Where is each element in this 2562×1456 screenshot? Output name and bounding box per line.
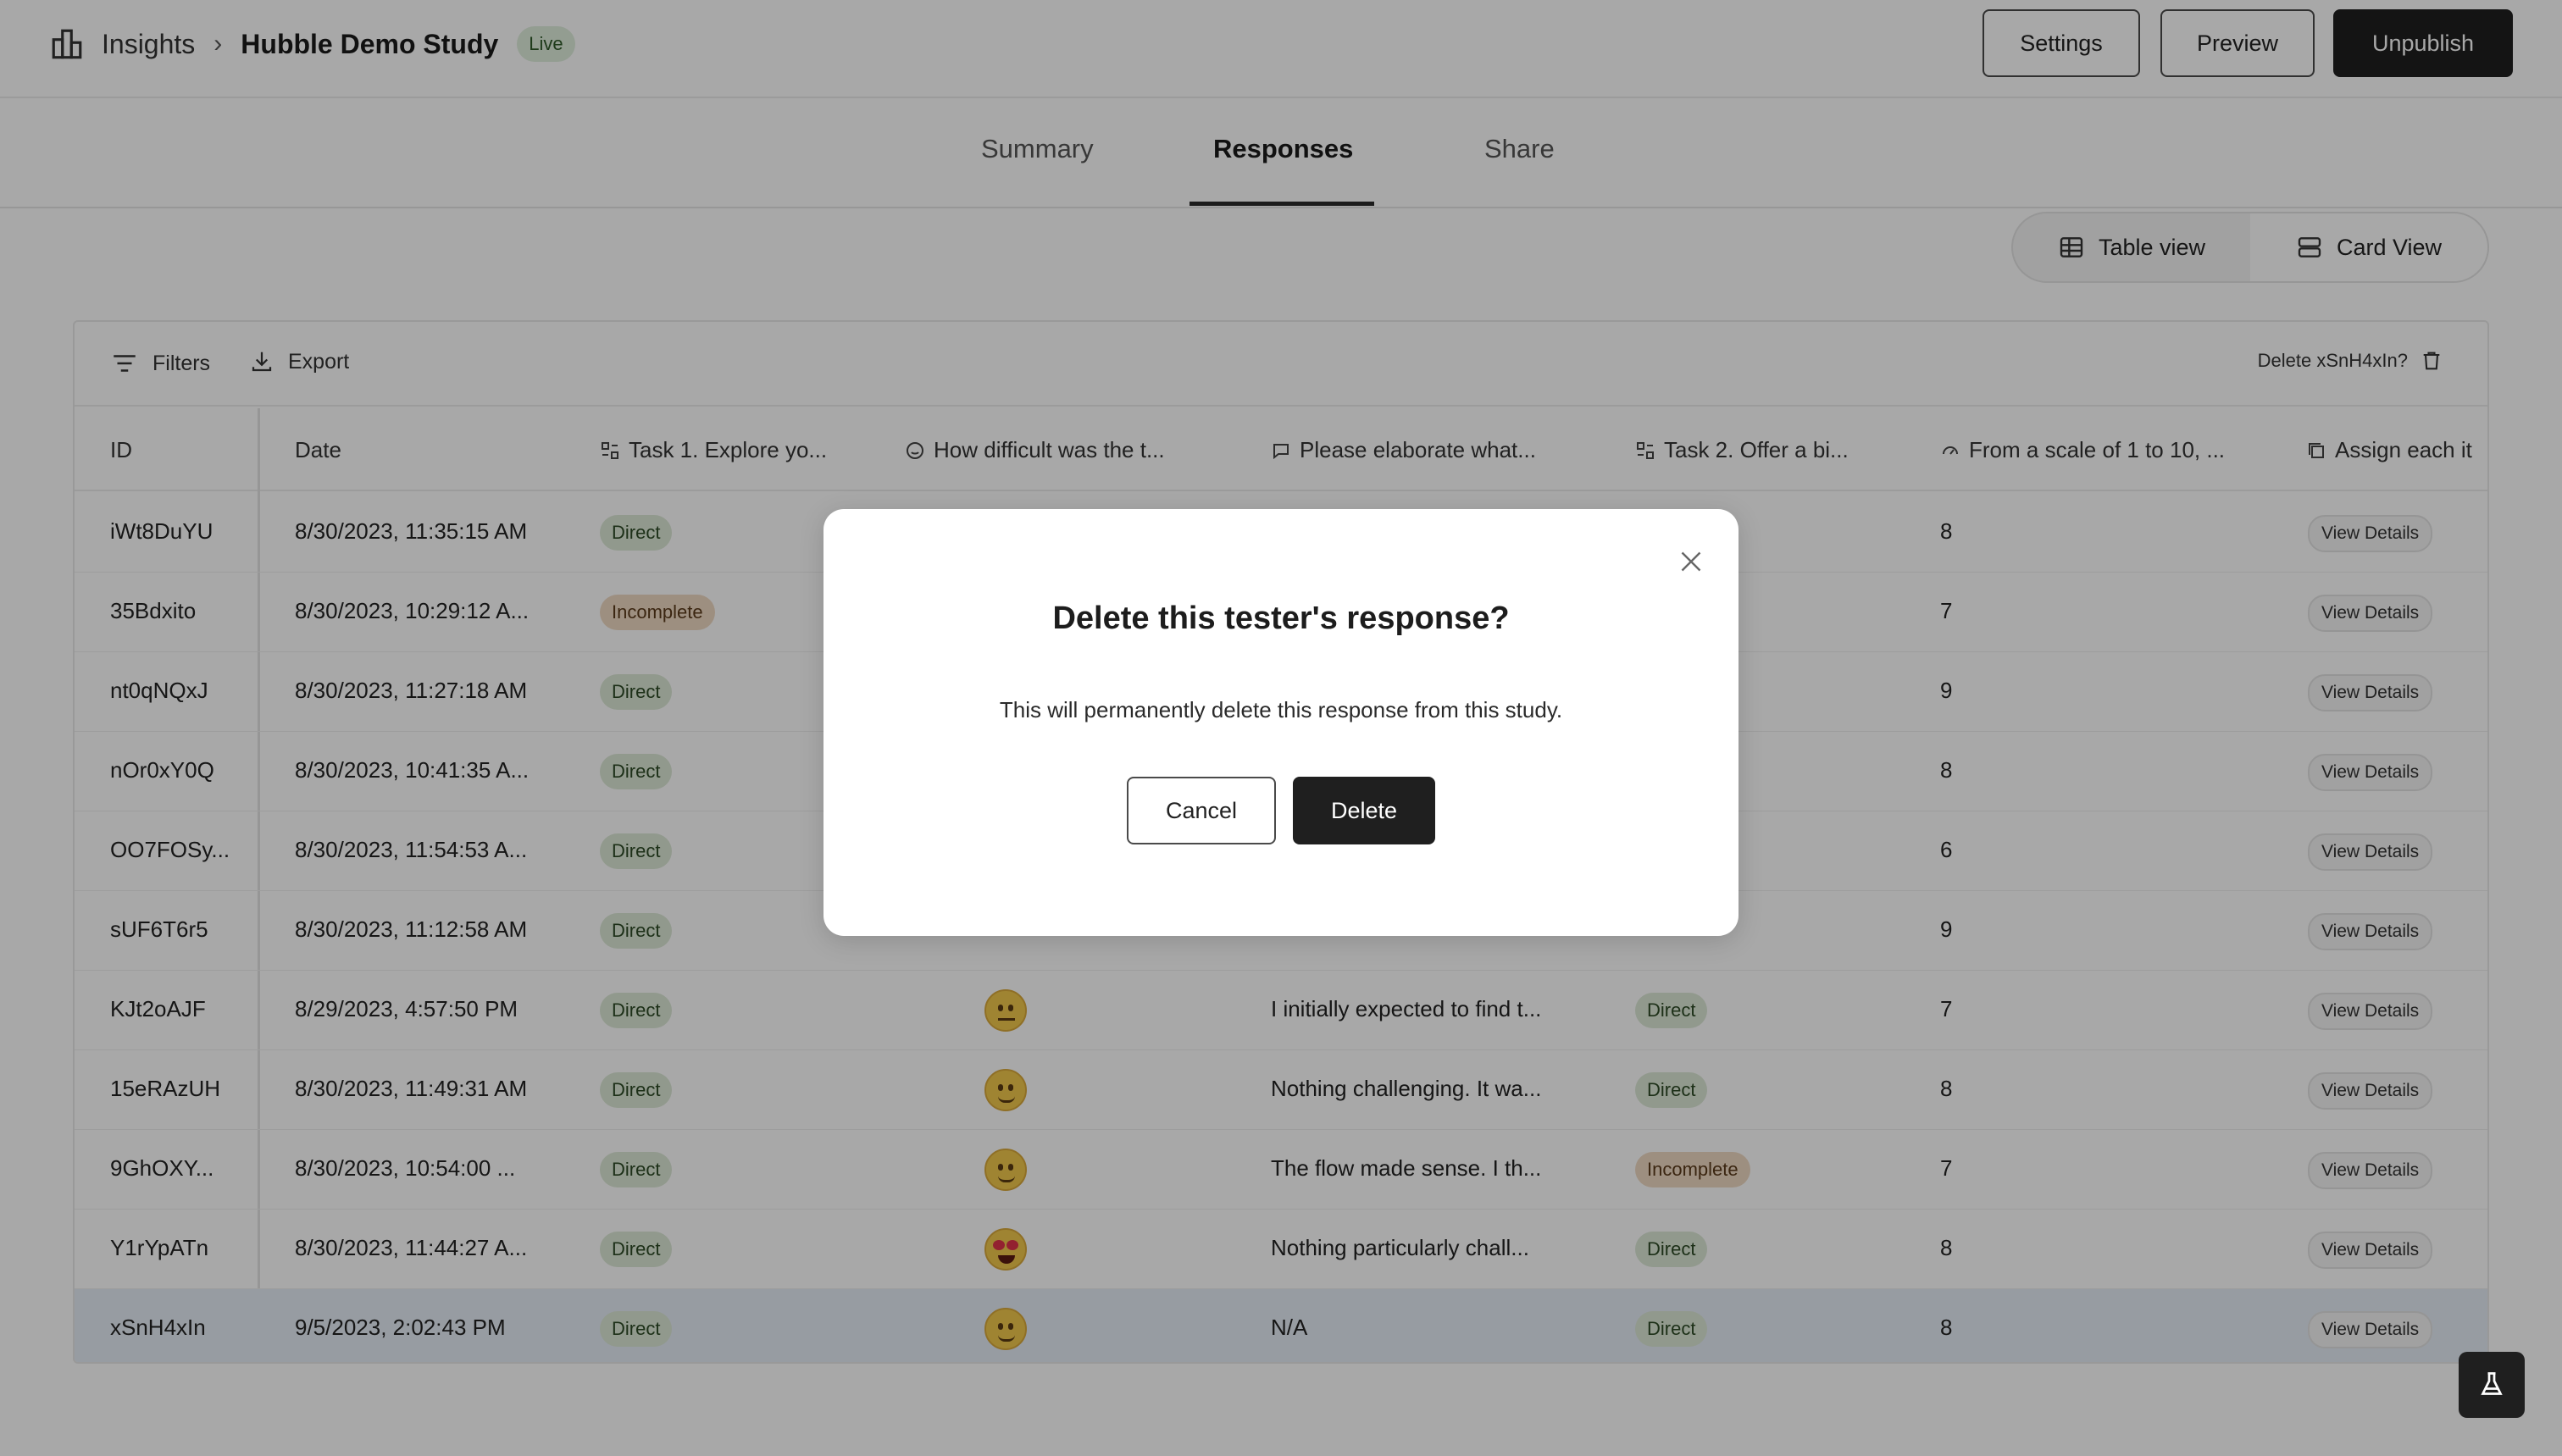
dialog-message: This will permanently delete this respon… <box>999 697 1563 722</box>
floating-lab-button[interactable] <box>2459 1352 2525 1418</box>
delete-confirmation-dialog: Delete this tester's response? This will… <box>824 509 1738 936</box>
cancel-button[interactable]: Cancel <box>1127 777 1276 844</box>
dialog-title: Delete this tester's response? <box>1052 601 1510 636</box>
delete-button[interactable]: Delete <box>1293 777 1435 844</box>
close-icon[interactable] <box>1676 546 1706 577</box>
flask-icon <box>2481 1372 2503 1395</box>
